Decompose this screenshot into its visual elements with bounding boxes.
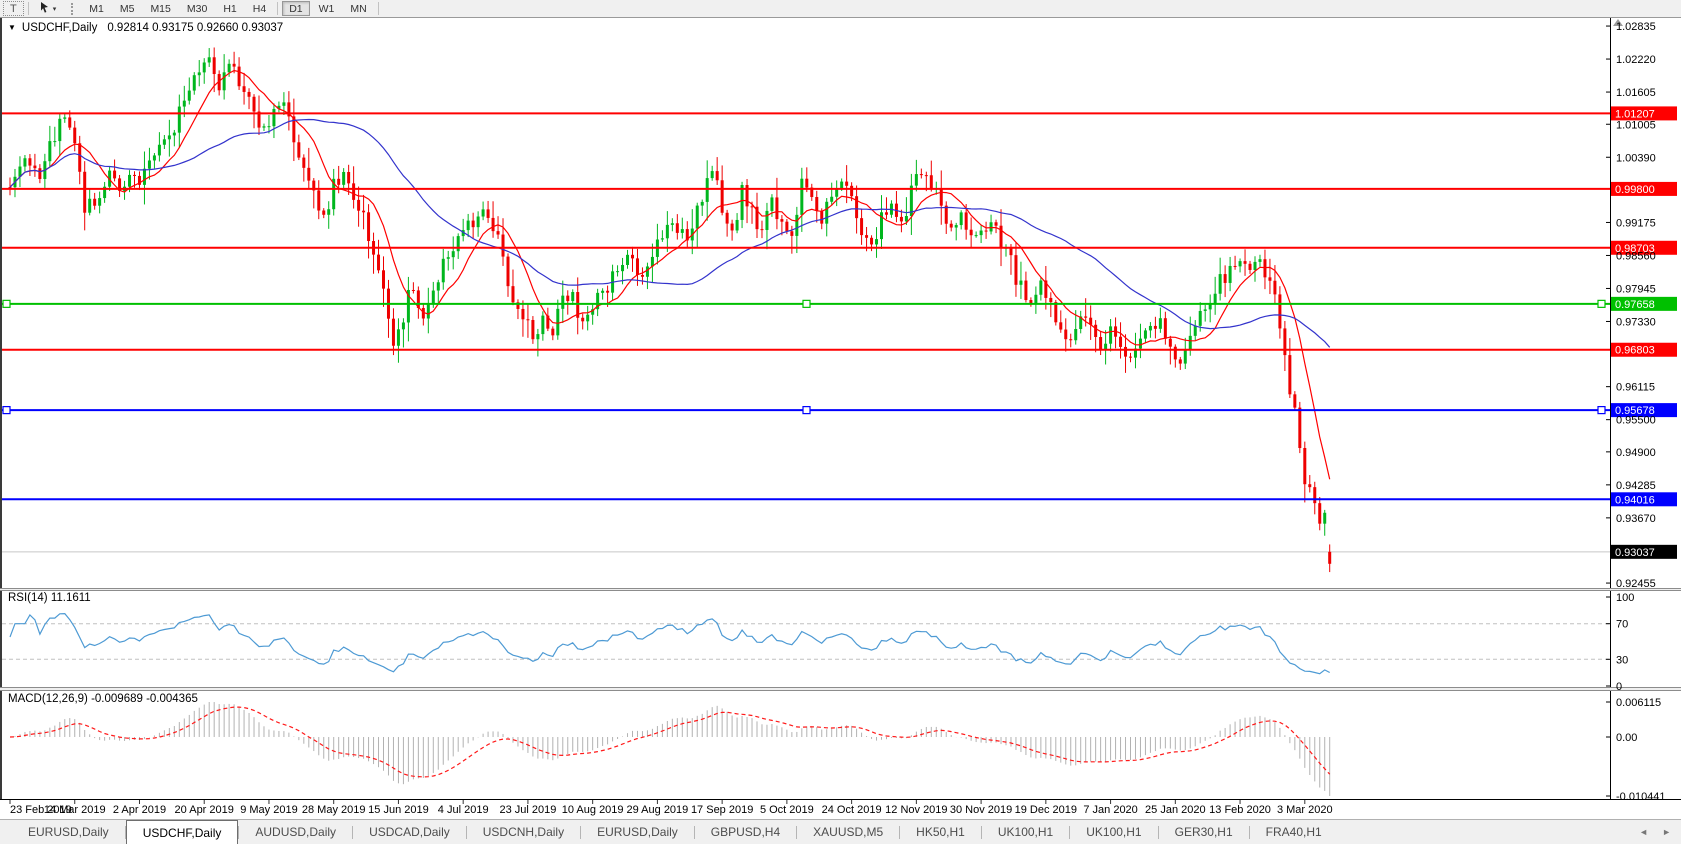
- rsi-tick-label: 30: [1616, 654, 1628, 666]
- chart-tab-usdcad-daily[interactable]: USDCAD,Daily: [353, 820, 466, 844]
- price-tick-label: 0.93670: [1616, 513, 1656, 525]
- price-tick-label: 0.97945: [1616, 283, 1656, 295]
- chart-tab-usdcnh-daily[interactable]: USDCNH,Daily: [467, 820, 580, 844]
- line-handle[interactable]: [803, 407, 810, 414]
- price-tick-label: 1.00390: [1616, 152, 1656, 164]
- chevron-right-icon[interactable]: ►: [1662, 827, 1671, 837]
- price-tick-label: 0.96115: [1616, 382, 1655, 394]
- price-line-label: 0.97658: [1615, 299, 1655, 311]
- date-tick-label: 30 Nov 2019: [950, 804, 1012, 816]
- price-tick-label: 1.01005: [1616, 119, 1656, 131]
- price-tick-label: 0.97330: [1616, 316, 1656, 328]
- chart-tab-eurusd-daily[interactable]: EURUSD,Daily: [581, 820, 694, 844]
- macd-histogram: [10, 702, 1330, 796]
- price-line-label: 0.96803: [1615, 345, 1655, 357]
- date-tick-label: 24 Oct 2019: [822, 804, 882, 816]
- rsi-indicator-label: RSI(14) 11.1611: [8, 592, 91, 604]
- chart-tabs-bar: EURUSD,DailyUSDCHF,DailyAUDUSD,DailyUSDC…: [0, 819, 1681, 844]
- date-tick-label: 20 Apr 2019: [175, 804, 234, 816]
- date-tick-label: 7 Jan 2020: [1083, 804, 1137, 816]
- chart-tab-uk100-h1[interactable]: UK100,H1: [1070, 820, 1157, 844]
- date-tick-label: 23 Jul 2019: [499, 804, 556, 816]
- macd-tick-label: 0.00: [1616, 732, 1637, 744]
- date-tick-label: 17 Sep 2019: [691, 804, 753, 816]
- rsi-line: [10, 614, 1330, 674]
- chart-tab-gbpusd-h4[interactable]: GBPUSD,H4: [695, 820, 796, 844]
- macd-tick-label: 0.006115: [1616, 697, 1661, 709]
- chart-left-border: [0, 18, 2, 800]
- date-tick-label: 14 Mar 2019: [44, 804, 106, 816]
- trading-terminal-window: T ▾ M1M5M15M30H1H4 D1W1MN 1.012070.99800…: [0, 0, 1681, 844]
- chart-tab-uk100-h1[interactable]: UK100,H1: [982, 820, 1069, 844]
- current-price-label: 0.93037: [1615, 547, 1655, 559]
- chart-tab-ger30-h1[interactable]: GER30,H1: [1159, 820, 1249, 844]
- price-tick-label: 1.02220: [1616, 54, 1656, 66]
- macd-signal-line: [10, 707, 1330, 777]
- chart-title: ▼ USDCHF,Daily 0.92814 0.93175 0.92660 0…: [8, 22, 283, 34]
- date-tick-label: 2 Apr 2019: [113, 804, 166, 816]
- date-tick-label: 13 Feb 2020: [1209, 804, 1271, 816]
- moving-average-slow-line: [10, 120, 1330, 348]
- date-tick-label: 9 May 2019: [240, 804, 297, 816]
- chart-tab-fra40-h1[interactable]: FRA40,H1: [1250, 820, 1338, 844]
- chart-tab-xauusd-m5[interactable]: XAUUSD,M5: [797, 820, 899, 844]
- price-tick-label: 0.94285: [1616, 480, 1656, 492]
- line-handle[interactable]: [1598, 300, 1605, 307]
- price-line-label: 0.94016: [1615, 494, 1655, 506]
- rsi-tick-label: 100: [1616, 592, 1634, 604]
- chart-tab-hk50-h1[interactable]: HK50,H1: [900, 820, 981, 844]
- chevron-left-icon[interactable]: ◄: [1639, 827, 1648, 837]
- line-handle[interactable]: [3, 407, 10, 414]
- line-handle[interactable]: [1598, 407, 1605, 414]
- price-tick-label: 0.95500: [1616, 415, 1656, 427]
- chart-ohlc-values: 0.92814 0.93175 0.92660 0.93037: [107, 22, 283, 34]
- price-line-label: 0.99800: [1615, 184, 1655, 196]
- date-tick-label: 28 May 2019: [302, 804, 366, 816]
- chart-tab-usdchf-daily[interactable]: USDCHF,Daily: [126, 820, 239, 844]
- date-tick-label: 3 Mar 2020: [1277, 804, 1333, 816]
- candlesticks: [9, 47, 1332, 572]
- price-tick-label: 0.92455: [1616, 578, 1656, 590]
- line-handle[interactable]: [803, 300, 810, 307]
- tab-scroll-buttons: ◄ ►: [1625, 820, 1681, 844]
- date-tick-label: 12 Nov 2019: [885, 804, 947, 816]
- date-tick-label: 4 Jul 2019: [438, 804, 489, 816]
- macd-indicator-label: MACD(12,26,9) -0.009689 -0.004365: [8, 693, 198, 705]
- price-tick-label: 0.98560: [1616, 250, 1656, 262]
- date-tick-label: 5 Oct 2019: [760, 804, 814, 816]
- price-tick-label: 1.01605: [1616, 87, 1656, 99]
- chart-window: 1.012070.998000.987030.976580.968030.956…: [0, 0, 1681, 819]
- date-tick-label: 15 Jun 2019: [368, 804, 429, 816]
- line-handle[interactable]: [3, 300, 10, 307]
- date-tick-label: 19 Dec 2019: [1015, 804, 1077, 816]
- chart-symbol-label: USDCHF,Daily: [22, 22, 97, 34]
- date-tick-label: 25 Jan 2020: [1145, 804, 1206, 816]
- price-tick-label: 0.94900: [1616, 447, 1656, 459]
- chart-tabs: EURUSD,DailyUSDCHF,DailyAUDUSD,DailyUSDC…: [0, 820, 1338, 844]
- macd-tick-label: -0.010441: [1616, 791, 1666, 803]
- date-tick-label: 10 Aug 2019: [562, 804, 624, 816]
- price-chart-svg: 1.012070.998000.987030.976580.968030.956…: [0, 0, 1681, 819]
- moving-average-fast-line: [10, 71, 1330, 480]
- rsi-tick-label: 70: [1616, 619, 1628, 631]
- price-tick-label: 1.02835: [1616, 21, 1656, 33]
- chart-tab-audusd-daily[interactable]: AUDUSD,Daily: [239, 820, 352, 844]
- date-tick-label: 29 Aug 2019: [627, 804, 689, 816]
- rsi-tick-label: 0: [1616, 681, 1622, 693]
- chart-tab-eurusd-daily[interactable]: EURUSD,Daily: [12, 820, 125, 844]
- price-tick-label: 0.99175: [1616, 217, 1656, 229]
- triangle-down-icon[interactable]: ▼: [8, 23, 16, 32]
